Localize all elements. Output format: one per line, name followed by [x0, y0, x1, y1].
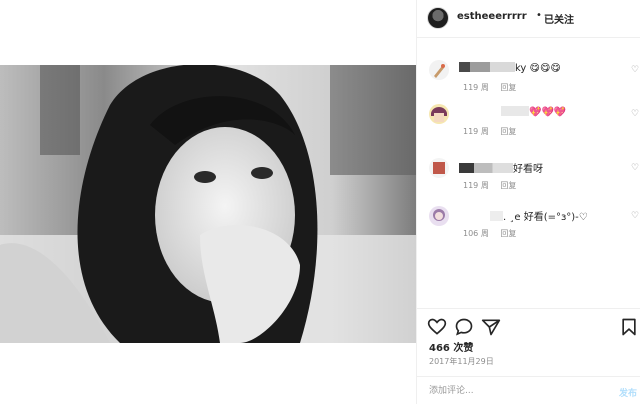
- comment-meta: 119 周 回复: [463, 82, 525, 93]
- heart-outline-icon[interactable]: [427, 317, 447, 337]
- redacted-username: [459, 106, 529, 116]
- comment-body: 💖💖💖: [529, 107, 567, 118]
- comment-like-icon[interactable]: ♡: [629, 64, 640, 76]
- reply-button[interactable]: 回复: [500, 181, 516, 190]
- comment-body: ky 😋😋😋: [515, 63, 561, 74]
- comment-body: 好看呀: [513, 164, 543, 175]
- bookmark-icon[interactable]: [619, 317, 639, 337]
- photo-pane: [0, 0, 416, 404]
- post-actions: [417, 308, 640, 342]
- author-username[interactable]: estheeerrrrr: [457, 11, 527, 22]
- comment-text: . ¸e 好看(=°з°)-♡: [459, 208, 588, 223]
- comment-input[interactable]: [429, 383, 599, 399]
- add-comment-bar: 发布: [417, 376, 640, 404]
- comment-like-icon[interactable]: ♡: [629, 210, 640, 222]
- comment-age: 106 周: [463, 229, 489, 238]
- comment-text: 好看呀: [459, 160, 543, 175]
- like-count[interactable]: 466 次赞: [429, 339, 473, 354]
- comment-meta: 119 周 回复: [463, 180, 525, 191]
- post-sidebar: estheeerrrrr • 已关注 ky 😋😋😋 119 周 回复 ♡ 💖💖💖: [416, 0, 640, 404]
- dropper-avatar-icon[interactable]: [429, 60, 449, 80]
- post-comment-button[interactable]: 发布: [619, 386, 637, 399]
- comment-text: 💖💖💖: [459, 106, 566, 118]
- comment-meta: 119 周 回复: [463, 126, 525, 137]
- comment-body: . ¸e 好看(=°з°)-♡: [503, 212, 588, 223]
- comment-age: 119 周: [463, 127, 489, 136]
- comment-text: ky 😋😋😋: [459, 62, 561, 74]
- reply-button[interactable]: 回复: [500, 83, 516, 92]
- pink-hair-avatar-icon[interactable]: [429, 104, 449, 124]
- comment-like-icon[interactable]: ♡: [629, 162, 640, 174]
- redacted-username: [459, 62, 515, 72]
- speech-bubble-icon[interactable]: [454, 317, 474, 337]
- follow-status-button[interactable]: 已关注: [544, 11, 574, 26]
- paper-plane-icon[interactable]: [481, 317, 501, 337]
- comment-age: 119 周: [463, 181, 489, 190]
- girl-avatar-icon[interactable]: [429, 206, 449, 226]
- red-square-avatar-icon[interactable]: [429, 158, 449, 178]
- redacted-username: [459, 211, 503, 221]
- redacted-username: [459, 163, 513, 173]
- reply-button[interactable]: 回复: [500, 127, 516, 136]
- reply-button[interactable]: 回复: [500, 229, 516, 238]
- portrait-illustration: [0, 65, 416, 343]
- comment-age: 119 周: [463, 83, 489, 92]
- comment-list: ky 😋😋😋 119 周 回复 ♡ 💖💖💖 119 周 回复 ♡ 好看呀 119…: [417, 38, 640, 308]
- comment-meta: 106 周 回复: [463, 228, 525, 239]
- post-date: 2017年11月29日: [429, 357, 494, 366]
- header-separator: •: [536, 10, 542, 21]
- author-avatar[interactable]: [427, 7, 449, 29]
- post-header: estheeerrrrr • 已关注: [417, 0, 640, 38]
- post-photo[interactable]: [0, 65, 416, 343]
- comment-like-icon[interactable]: ♡: [629, 108, 640, 120]
